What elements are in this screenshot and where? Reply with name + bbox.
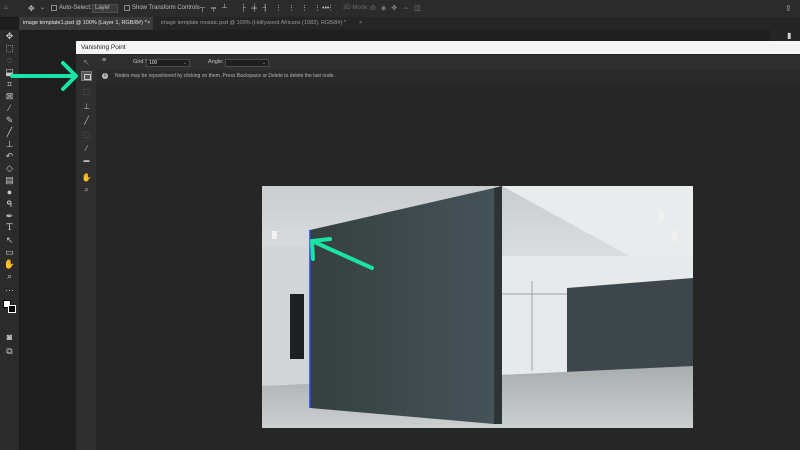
annotation-overlay xyxy=(10,61,78,91)
